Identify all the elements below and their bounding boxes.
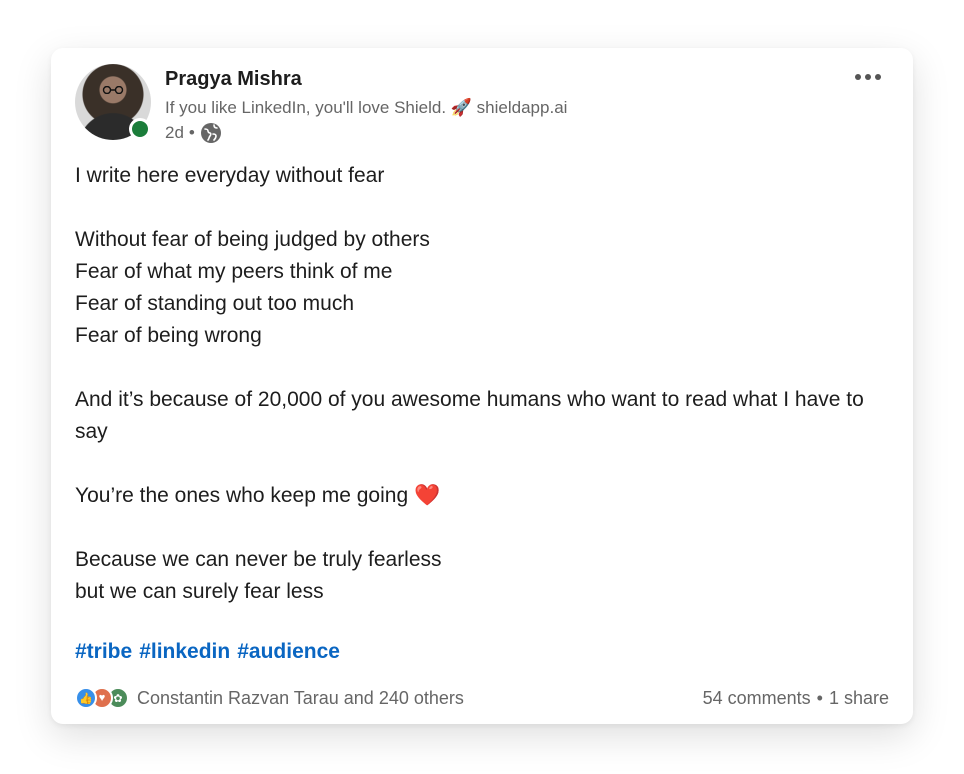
hashtag-link[interactable]: #tribe: [75, 640, 132, 664]
author-headline: If you like LinkedIn, you'll love Shield…: [165, 98, 568, 117]
comments-count[interactable]: 54 comments: [703, 688, 811, 709]
post-line: Fear of what my peers think of me: [75, 260, 393, 283]
post-line: Because we can never be truly fearless: [75, 548, 442, 571]
post-line: [75, 448, 895, 480]
post-line: [75, 512, 895, 544]
hashtag-link[interactable]: #audience: [237, 640, 340, 664]
post-line: [75, 192, 895, 224]
post-line: Fear of standing out too much: [75, 292, 354, 315]
more-dot: [865, 74, 871, 80]
post-meta: 2d •: [165, 122, 222, 144]
glasses-icon: [102, 86, 124, 94]
reactors-text[interactable]: Constantin Razvan Tarau and 240 others: [137, 688, 464, 709]
engagement-counts: 54 comments • 1 share: [703, 688, 889, 709]
counts-separator: •: [816, 687, 823, 708]
shares-count[interactable]: 1 share: [829, 688, 889, 709]
hashtag-link[interactable]: #linkedin: [139, 640, 230, 664]
like-icon: 👍: [75, 687, 97, 709]
post-card: Pragya Mishra If you like LinkedIn, you'…: [51, 48, 913, 724]
globe-icon: [200, 123, 221, 143]
post-line: And it’s because of 20,000 of you awesom…: [75, 388, 864, 443]
post-line: Fear of being wrong: [75, 324, 262, 347]
post-line: You’re the ones who keep me going ❤️: [75, 484, 441, 507]
reactions-summary[interactable]: 👍 ♥ ✿ Constantin Razvan Tarau and 240 ot…: [75, 687, 464, 709]
post-line: I write here everyday without fear: [75, 164, 385, 187]
post-time: 2d: [165, 123, 184, 142]
social-counts-bar: 👍 ♥ ✿ Constantin Razvan Tarau and 240 ot…: [75, 684, 889, 712]
more-options-button[interactable]: [849, 66, 887, 88]
more-dot: [875, 74, 881, 80]
post-line: [75, 352, 895, 384]
online-status-indicator: [129, 118, 151, 140]
post-line: but we can surely fear less: [75, 580, 324, 603]
post-body: I write here everyday without fear Witho…: [75, 160, 895, 608]
hashtags: #tribe #linkedin #audience: [75, 640, 340, 664]
meta-separator: •: [188, 123, 195, 142]
more-dot: [855, 74, 861, 80]
post-line: Without fear of being judged by others: [75, 228, 430, 251]
author-name[interactable]: Pragya Mishra: [165, 68, 302, 91]
